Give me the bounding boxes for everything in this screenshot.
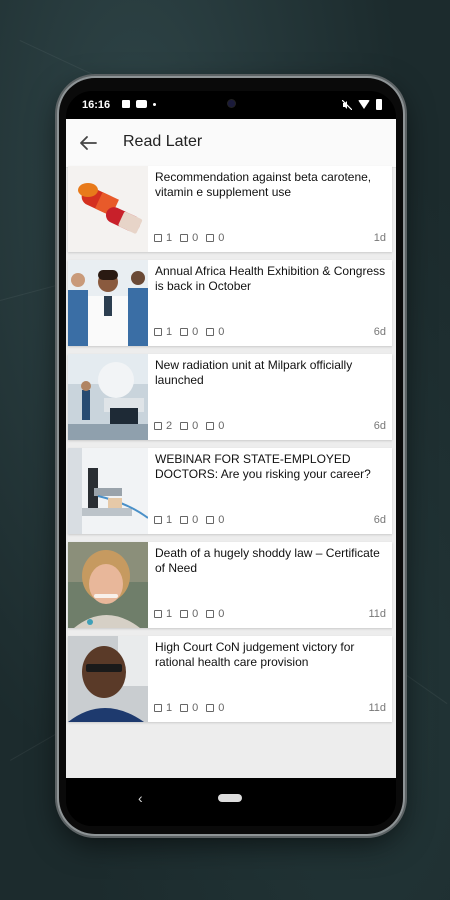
save-count-icon bbox=[206, 516, 215, 524]
save-count: 0 bbox=[218, 232, 225, 244]
gallery-notification-icon bbox=[122, 100, 130, 108]
nav-home-pill[interactable] bbox=[218, 794, 242, 802]
wifi-icon bbox=[358, 100, 370, 109]
image-count-icon bbox=[154, 610, 162, 618]
image-count: 1 bbox=[166, 702, 173, 714]
woman-portrait-thumbnail bbox=[68, 542, 148, 628]
notification-icons bbox=[122, 100, 156, 108]
radiation-machine-thumbnail bbox=[68, 354, 148, 440]
system-status-icons bbox=[342, 99, 382, 110]
image-count: 1 bbox=[166, 608, 173, 620]
article-age: 6d bbox=[373, 420, 386, 432]
comment-count: 0 bbox=[192, 326, 199, 338]
image-count: 1 bbox=[166, 326, 173, 338]
article-card[interactable]: Annual Africa Health Exhibition & Congre… bbox=[68, 260, 392, 346]
article-title: Recommendation against beta carotene, vi… bbox=[155, 170, 372, 199]
article-title: High Court CoN judgement victory for rat… bbox=[155, 640, 355, 669]
comment-count: 0 bbox=[192, 514, 199, 526]
image-count-icon bbox=[154, 704, 162, 712]
save-count: 0 bbox=[218, 514, 225, 526]
status-bar: 16:16 bbox=[66, 91, 396, 119]
comment-count-icon bbox=[180, 328, 189, 336]
article-card[interactable]: Recommendation against beta carotene, vi… bbox=[68, 166, 392, 252]
save-count-icon bbox=[206, 422, 215, 430]
arrow-left-icon[interactable] bbox=[76, 131, 100, 155]
medical-staff-thumbnail bbox=[68, 260, 148, 346]
comment-count: 0 bbox=[192, 232, 199, 244]
article-age: 11d bbox=[368, 702, 386, 714]
mute-icon bbox=[342, 99, 352, 110]
phone-screen: 16:16 Read Later Recommendation against … bbox=[66, 91, 396, 826]
article-card[interactable]: New radiation unit at Milpark officially… bbox=[68, 354, 392, 440]
save-count: 0 bbox=[218, 326, 225, 338]
save-count: 0 bbox=[218, 702, 225, 714]
youtube-notification-icon bbox=[136, 100, 147, 108]
article-stats: 1 0 0 bbox=[154, 514, 232, 526]
save-count: 0 bbox=[218, 608, 225, 620]
system-nav-bar: ‹ bbox=[66, 778, 396, 826]
image-count: 1 bbox=[166, 232, 173, 244]
save-count-icon bbox=[206, 610, 215, 618]
save-count: 0 bbox=[218, 420, 225, 432]
save-count-icon bbox=[206, 234, 215, 242]
phone-frame: 16:16 Read Later Recommendation against … bbox=[59, 78, 403, 834]
article-title: Annual Africa Health Exhibition & Congre… bbox=[155, 264, 386, 293]
image-count-icon bbox=[154, 328, 162, 336]
image-count-icon bbox=[154, 516, 162, 524]
microscope-thumbnail bbox=[68, 448, 148, 534]
status-time: 16:16 bbox=[82, 99, 111, 111]
comment-count-icon bbox=[180, 610, 189, 618]
battery-icon bbox=[376, 99, 382, 110]
image-count: 1 bbox=[166, 514, 173, 526]
article-stats: 1 0 0 bbox=[154, 608, 232, 620]
article-age: 11d bbox=[368, 608, 386, 620]
article-stats: 2 0 0 bbox=[154, 420, 232, 432]
save-count-icon bbox=[206, 704, 215, 712]
comment-count-icon bbox=[180, 516, 189, 524]
comment-count-icon bbox=[180, 234, 189, 242]
image-count-icon bbox=[154, 422, 162, 430]
article-card[interactable]: WEBINAR FOR STATE-EMPLOYED DOCTORS: Are … bbox=[68, 448, 392, 534]
article-stats: 1 0 0 bbox=[154, 232, 232, 244]
app-content: Read Later Recommendation against beta c… bbox=[66, 119, 396, 778]
article-title: New radiation unit at Milpark officially… bbox=[155, 358, 353, 387]
nav-back-icon[interactable]: ‹ bbox=[138, 790, 143, 806]
front-camera bbox=[228, 100, 235, 107]
article-stats: 1 0 0 bbox=[154, 702, 232, 714]
article-age: 6d bbox=[373, 326, 386, 338]
more-notifications-icon bbox=[153, 102, 156, 106]
page-title: Read Later bbox=[123, 133, 203, 150]
comment-count: 0 bbox=[192, 420, 199, 432]
comment-count-icon bbox=[180, 704, 189, 712]
article-age: 1d bbox=[373, 232, 386, 244]
article-stats: 1 0 0 bbox=[154, 326, 232, 338]
image-count: 2 bbox=[166, 420, 173, 432]
save-count-icon bbox=[206, 328, 215, 336]
article-card[interactable]: Death of a hugely shoddy law – Certifica… bbox=[68, 542, 392, 628]
comment-count: 0 bbox=[192, 608, 199, 620]
article-age: 6d bbox=[373, 514, 386, 526]
man-portrait-thumbnail bbox=[68, 636, 148, 722]
comment-count-icon bbox=[180, 422, 189, 430]
app-bar: Read Later bbox=[66, 119, 396, 168]
comment-count: 0 bbox=[192, 702, 199, 714]
article-title: Death of a hugely shoddy law – Certifica… bbox=[155, 546, 380, 575]
capsules-thumbnail bbox=[68, 166, 148, 252]
article-card[interactable]: High Court CoN judgement victory for rat… bbox=[68, 636, 392, 722]
article-title: WEBINAR FOR STATE-EMPLOYED DOCTORS: Are … bbox=[155, 452, 371, 481]
image-count-icon bbox=[154, 234, 162, 242]
